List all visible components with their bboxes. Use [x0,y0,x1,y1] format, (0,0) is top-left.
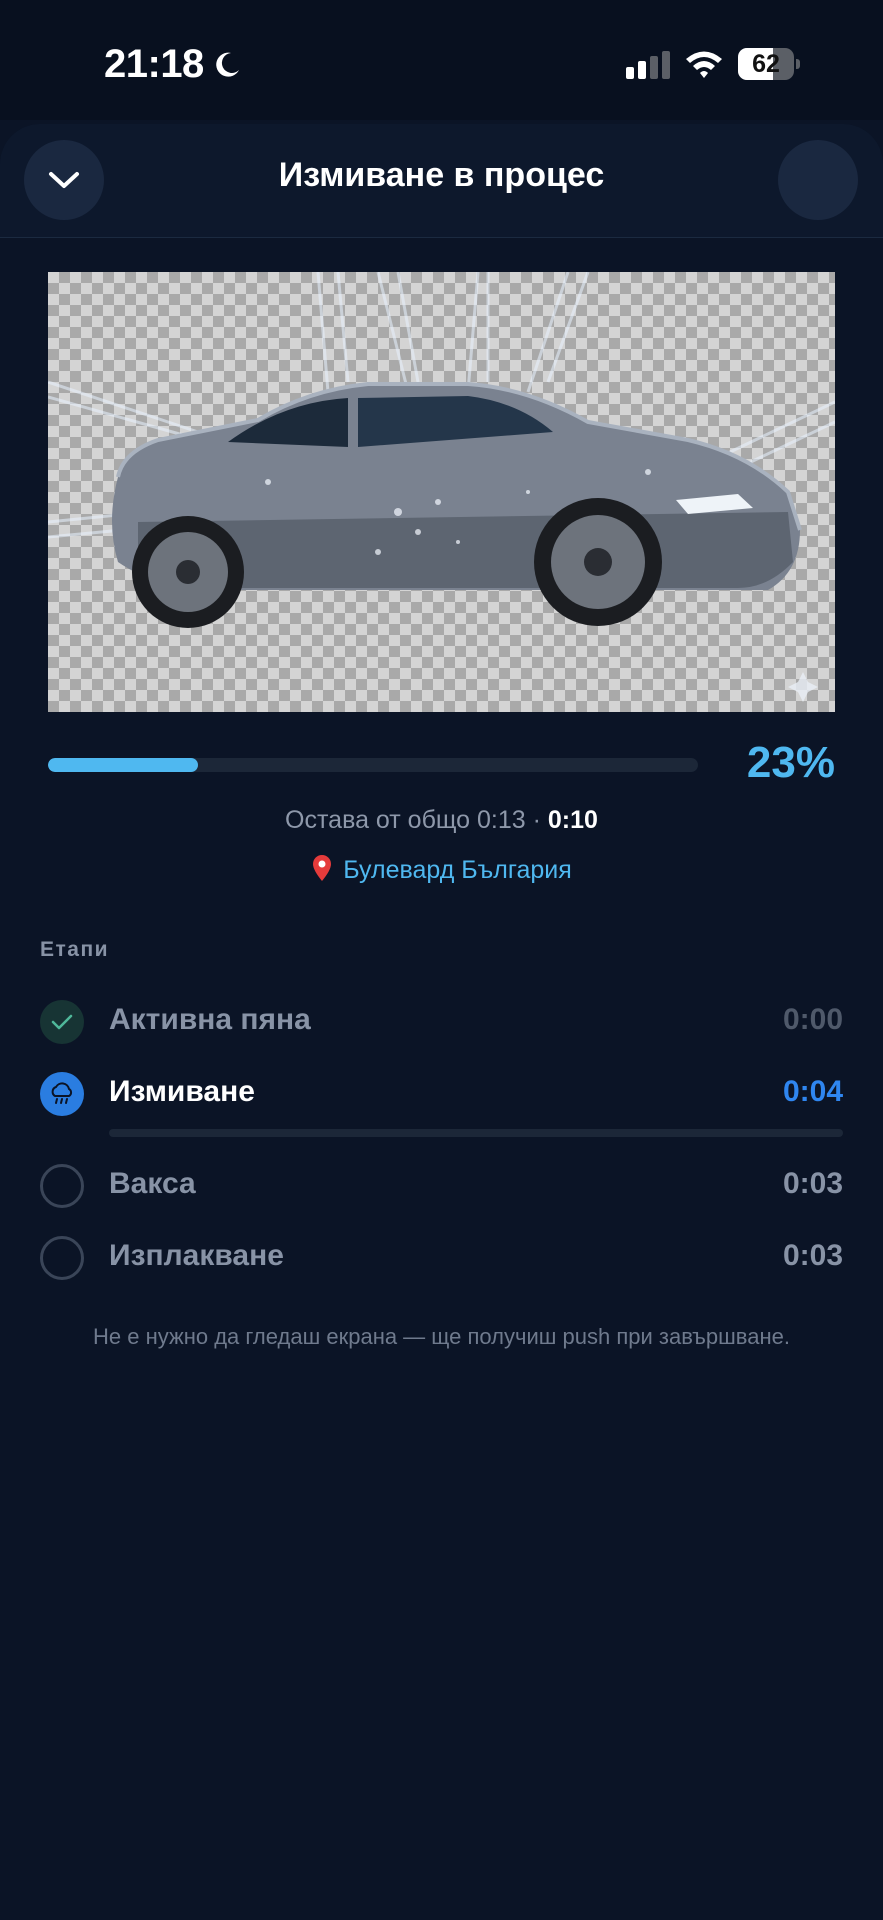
status-bar: 21:18 62 [0,0,883,120]
stage-time: 0:03 [782,1167,843,1200]
check-icon [51,1014,73,1030]
car-illustration [48,272,835,702]
wash-progress-fill [48,758,198,772]
stage-time: 0:04 [782,1075,843,1108]
battery-tip [796,59,800,69]
moon-icon [216,52,239,77]
sheet-header: Измиване в процес [0,124,883,238]
stage-name: Вакса [109,1167,196,1200]
rain-cloud-icon [51,1082,73,1104]
stage-item-wax: Вакса 0:03 [40,1162,843,1212]
stage-item-washing: Измиване 0:04 [40,1070,843,1120]
remaining-value: 0:10 [547,806,598,834]
page-title: Измиване в процес [278,156,605,194]
car-wash-image [48,272,835,712]
stage-name: Измиване [109,1075,255,1108]
status-time-group: 21:18 [104,42,242,87]
stage-name: Активна пяна [109,1003,311,1036]
stage-progress-bar [109,1129,843,1137]
battery-body: 62 [738,48,794,80]
location-name: Булевард България [343,856,572,884]
map-pin-icon [313,855,332,881]
battery-level: 62 [752,50,780,78]
stage-status-done [40,1000,84,1044]
car-wash-progress-screen: 21:18 62 Измиване в процес 23% Остава от… [0,0,883,1920]
stage-time: 0:00 [782,1003,843,1036]
wash-progress-bar [48,758,698,772]
header-right-button[interactable] [778,140,858,220]
stage-item-active-foam: Активна пяна 0:00 [40,998,843,1048]
stage-name: Изплакване [109,1239,284,1272]
progress-percent: 23% [746,738,835,787]
stage-time: 0:03 [782,1239,843,1272]
location-link[interactable]: Булевард България [0,854,883,885]
cellular-signal-icon [626,51,670,79]
battery-indicator: 62 [738,48,800,80]
stages-heading: Етапи [40,938,110,961]
empty-circle-icon [40,1236,84,1280]
footer-note: Не е нужно да гледаш екрана — ще получиш… [93,1324,790,1349]
status-time: 21:18 [104,42,204,86]
stage-item-rinse: Изплакване 0:03 [40,1234,843,1284]
wifi-icon [686,51,722,78]
remaining-time: Остава от общо 0:13 · 0:10 [0,806,883,835]
remaining-label: Остава от общо 0:13 · [285,806,548,834]
empty-circle-icon [40,1164,84,1208]
stage-status-active [40,1072,84,1116]
